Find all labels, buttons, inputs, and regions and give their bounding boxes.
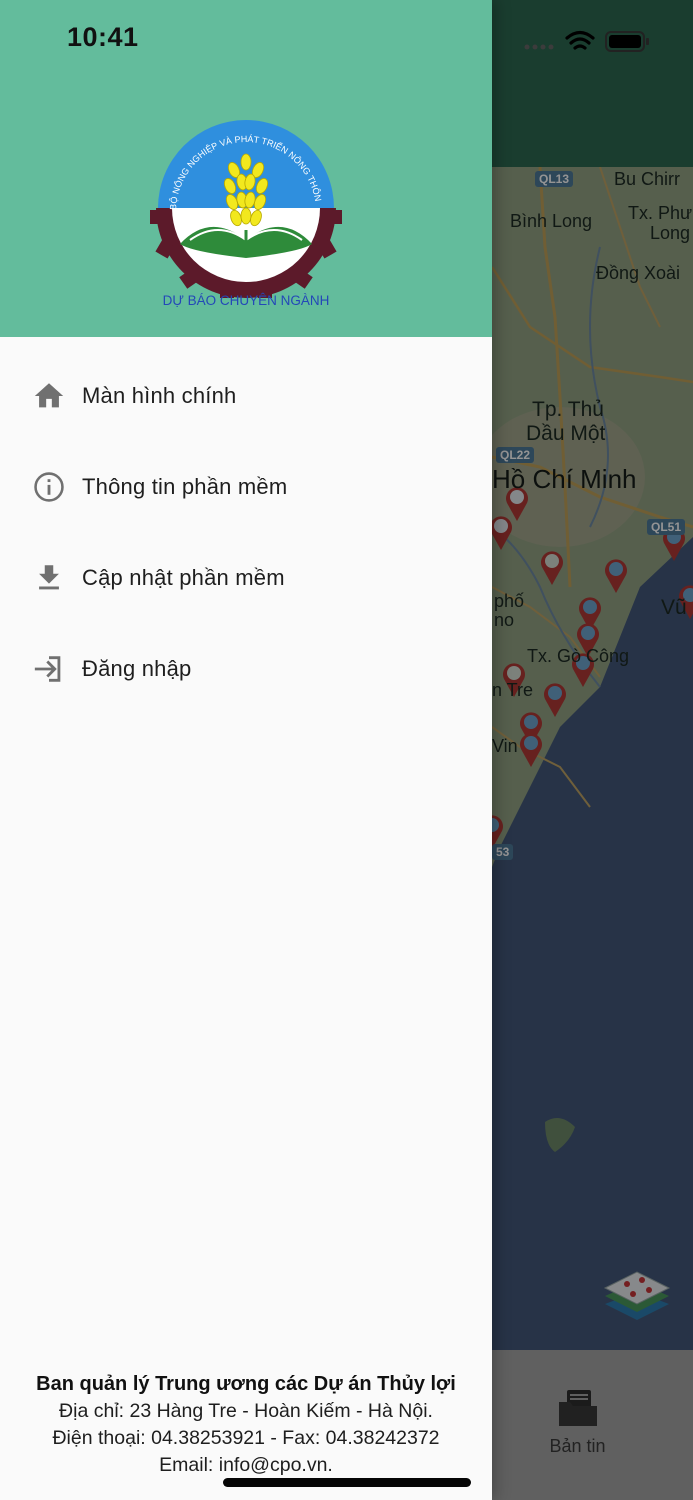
menu-item-label: Cập nhật phần mềm (82, 564, 285, 590)
navigation-drawer: BỘ NÔNG NGHIỆP VÀ PHÁT TRIỂN NÔNG THÔN D… (0, 0, 492, 1500)
menu-item-label: Đăng nhập (82, 655, 192, 681)
menu-item-login[interactable]: Đăng nhập (0, 623, 492, 714)
menu-item-update[interactable]: Cập nhật phần mềm (0, 532, 492, 623)
footer-org-name: Ban quản lý Trung ương các Dự án Thủy lợ… (36, 1373, 456, 1395)
signal-dots-icon (524, 44, 554, 50)
footer-address: Địa chỉ: 23 Hàng Tre - Hoàn Kiếm - Hà Nộ… (59, 1400, 433, 1422)
download-icon (32, 561, 66, 595)
menu-item-label: Màn hình chính (82, 382, 237, 408)
status-icons (524, 30, 649, 52)
home-icon (32, 379, 66, 413)
login-icon (32, 652, 66, 686)
menu-item-home[interactable]: Màn hình chính (0, 350, 492, 441)
drawer-menu: Màn hình chính Thông tin phần mềm Cập nh… (0, 350, 492, 714)
app-logo: BỘ NÔNG NGHIỆP VÀ PHÁT TRIỂN NÔNG THÔN D… (150, 120, 342, 308)
status-bar: 10:41 (0, 0, 693, 80)
status-time: 10:41 (67, 22, 139, 52)
logo-caption: DỰ BÁO CHUYÊN NGÀNH (163, 293, 330, 308)
drawer-footer: Ban quản lý Trung ương các Dự án Thủy lợ… (0, 1371, 492, 1479)
home-indicator[interactable] (223, 1478, 471, 1487)
info-icon (32, 470, 66, 504)
menu-item-label: Thông tin phần mềm (82, 473, 288, 499)
battery-icon (605, 31, 649, 52)
menu-item-app-info[interactable]: Thông tin phần mềm (0, 441, 492, 532)
footer-email[interactable]: Email: info@cpo.vn. (0, 1452, 492, 1479)
wifi-icon (565, 30, 595, 50)
footer-phone: Điện thoại: 04.38253921 - Fax: 04.382423… (52, 1427, 440, 1449)
